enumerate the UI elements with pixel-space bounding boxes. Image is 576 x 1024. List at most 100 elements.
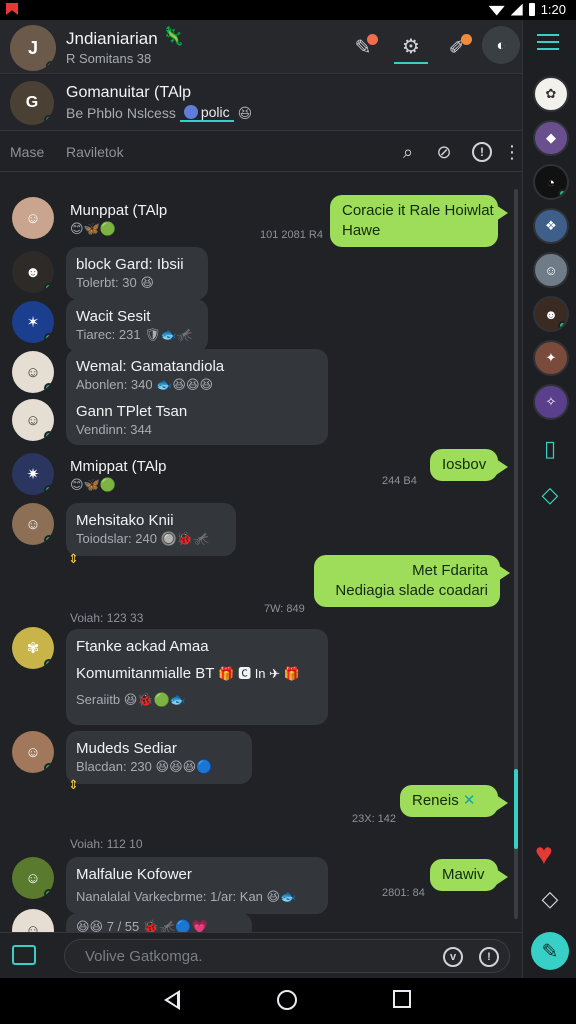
outgoing-bubble: Met Fdarita Nediagia slade coadari <box>314 555 510 607</box>
message-title: Mmippat (TAlp <box>70 458 167 475</box>
sender-avatar[interactable]: ☺ <box>12 909 54 933</box>
message-emoji: 😆🐞🟢🐟 <box>123 692 186 707</box>
sender-avatar[interactable]: ☻ <box>12 251 54 293</box>
info-icon[interactable]: ! <box>472 142 492 162</box>
message-emoji: 🛡🐟🦟 <box>144 327 194 342</box>
rail-avatar[interactable]: ✿ <box>533 76 569 112</box>
message-field[interactable]: v ! <box>64 939 510 973</box>
right-rail: ✿ ◆ ◔ ❖ ☺ ☻ ✦ ✧ ▯ ◇ ♥ ◇ ✎ <box>522 20 576 978</box>
sender-avatar[interactable]: ☺ <box>12 197 54 239</box>
contact-avatar[interactable]: J <box>10 25 56 71</box>
diamond-icon[interactable]: ◇ <box>537 482 563 508</box>
sender-avatar[interactable]: ☺ <box>12 399 54 441</box>
wifi-icon <box>488 5 505 16</box>
message-input[interactable] <box>85 948 425 965</box>
reply-arrow-icon[interactable]: ⇕ <box>68 777 79 793</box>
clock: 1:20 <box>540 2 566 17</box>
chat-app: J Jndianiarian 🦎 R Somitans 38 ✎ ⚙ ✐ ◐ ✿… <box>0 20 576 978</box>
rail-avatar[interactable]: ◆ <box>533 120 569 156</box>
sender-avatar[interactable]: ☺ <box>12 503 54 545</box>
outgoing-text: Reneis <box>412 792 459 809</box>
home-icon[interactable] <box>277 990 297 1010</box>
message-sub: Tolerbt: 30 <box>76 275 137 290</box>
message-bubble: block Gard: Ibsii Tolerbt: 30 😆 <box>66 247 208 300</box>
rail-avatar[interactable]: ◔ <box>533 164 569 200</box>
contact-name: Jndianiarian <box>66 29 158 48</box>
message-bubble: Wacit Sesit Tiarec: 231 🛡🐟🦟 <box>66 299 208 352</box>
rail-avatar[interactable]: ☺ <box>533 252 569 288</box>
outgoing-text: Iosbov <box>442 456 487 473</box>
group-subtitle: Be Phblo <box>66 105 123 121</box>
rail-avatar[interactable]: ✧ <box>533 384 569 420</box>
message-title: Ftanke ackad Amaa <box>76 638 209 655</box>
pin-icon[interactable]: ✎ <box>346 30 380 64</box>
message-bubble: Munppat (TAlp 😊🦋🟢 <box>60 193 177 246</box>
outgoing-bubble: Coracie it Rale Hoiwlat Hawe <box>330 195 508 247</box>
info-icon[interactable]: ! <box>479 947 499 967</box>
battery-icon <box>528 3 535 16</box>
message-title: block Gard: Ibsii <box>76 256 184 273</box>
message-sub: Toiodslar: 240 <box>76 531 157 546</box>
rail-avatar[interactable]: ☻ <box>533 296 569 332</box>
message-title: Wacit Sesit <box>76 308 151 325</box>
gear-icon[interactable]: ⚙ <box>394 30 428 64</box>
compose-button[interactable]: ✎ <box>531 932 569 970</box>
message-title: Mudeds Sediar <box>76 740 177 757</box>
reply-arrow-icon[interactable]: ⇕ <box>68 551 79 567</box>
message-title: Malfalue Kofower <box>76 866 192 883</box>
tab-mase[interactable]: Mase <box>10 144 44 160</box>
message-emoji: 🐞🦟🔵💗 <box>142 919 208 933</box>
chat-icon[interactable] <box>12 945 36 965</box>
back-icon[interactable] <box>164 990 180 1010</box>
message-bubble: 😆😆 7 / 55 🐞🦟🔵💗 <box>66 913 252 933</box>
message-emoji: 😆🐟 <box>266 889 297 904</box>
message-title: Gann TPlet Tsan <box>76 403 188 420</box>
arrow-icon[interactable]: ◇ <box>537 886 563 912</box>
more-icon[interactable]: ⋮ <box>500 140 524 164</box>
notification-icon <box>6 3 18 15</box>
attach-icon[interactable]: ✐ <box>440 30 474 64</box>
message-sub: Nanalalal Varkecbrme: 1/ar: Kan <box>76 889 263 904</box>
heart-icon[interactable]: ♥ <box>535 838 553 872</box>
book-icon[interactable]: ▯ <box>537 436 563 462</box>
link-icon[interactable]: ⊘ <box>432 140 456 164</box>
message-sub: Seraiitb <box>76 692 121 707</box>
message-title: Mehsitako Knii <box>76 512 174 529</box>
message-emoji: 😆😆 <box>76 919 104 933</box>
message-sub: 7 / 55 <box>106 919 140 933</box>
message-sub: Blacdan: 230 <box>76 759 152 774</box>
close-icon[interactable]: ✕ <box>463 792 476 809</box>
sender-avatar[interactable]: ☺ <box>12 857 54 899</box>
outgoing-text: Mawiv <box>442 866 485 883</box>
sender-avatar[interactable]: ☺ <box>12 351 54 393</box>
group-row[interactable]: G Gomanuitar (TAlp Be Phblo Nslcess poli… <box>0 75 522 131</box>
message-title: Wemal: Gamatandiola <box>76 358 225 375</box>
sender-avatar[interactable]: ☺ <box>12 731 54 773</box>
sender-avatar[interactable]: ✾ <box>12 627 54 669</box>
search-icon[interactable]: ⌕ <box>396 140 420 164</box>
my-avatar[interactable]: ◐ <box>482 26 520 64</box>
message-list[interactable]: ☺ Munppat (TAlp 😊🦋🟢 Coracie it Rale Hoiw… <box>0 173 522 933</box>
sender-avatar[interactable]: ✷ <box>12 453 54 495</box>
message-line: Komumitanmialle BT <box>76 665 215 682</box>
timestamp: 23X: 142 <box>352 813 397 825</box>
timestamp: 2801: 84 <box>382 887 425 899</box>
group-chip[interactable]: polic <box>179 104 234 122</box>
composer: v ! <box>0 932 522 978</box>
menu-icon[interactable] <box>537 34 559 52</box>
message-sub: Tiarec: 231 <box>76 327 141 342</box>
tab-raviletok[interactable]: Raviletok <box>66 144 124 160</box>
scrollbar[interactable] <box>514 189 518 919</box>
contact-subtitle: R Somitans 38 <box>66 51 152 66</box>
recents-icon[interactable] <box>393 990 411 1008</box>
rail-avatar[interactable]: ❖ <box>533 208 569 244</box>
date-divider: Voiah: 123 33 <box>70 611 144 625</box>
message-sub: Vendinn: 344 <box>76 422 152 437</box>
chevron-down-icon[interactable]: v <box>443 947 463 967</box>
message-sub: Abonlen: 340 <box>76 377 153 392</box>
status-bar: 1:20 <box>0 0 576 20</box>
outgoing-bubble: Iosbov <box>430 449 508 481</box>
outgoing-text: Nediagia slade coadari <box>335 582 488 599</box>
sender-avatar[interactable]: ✶ <box>12 301 54 343</box>
rail-avatar[interactable]: ✦ <box>533 340 569 376</box>
